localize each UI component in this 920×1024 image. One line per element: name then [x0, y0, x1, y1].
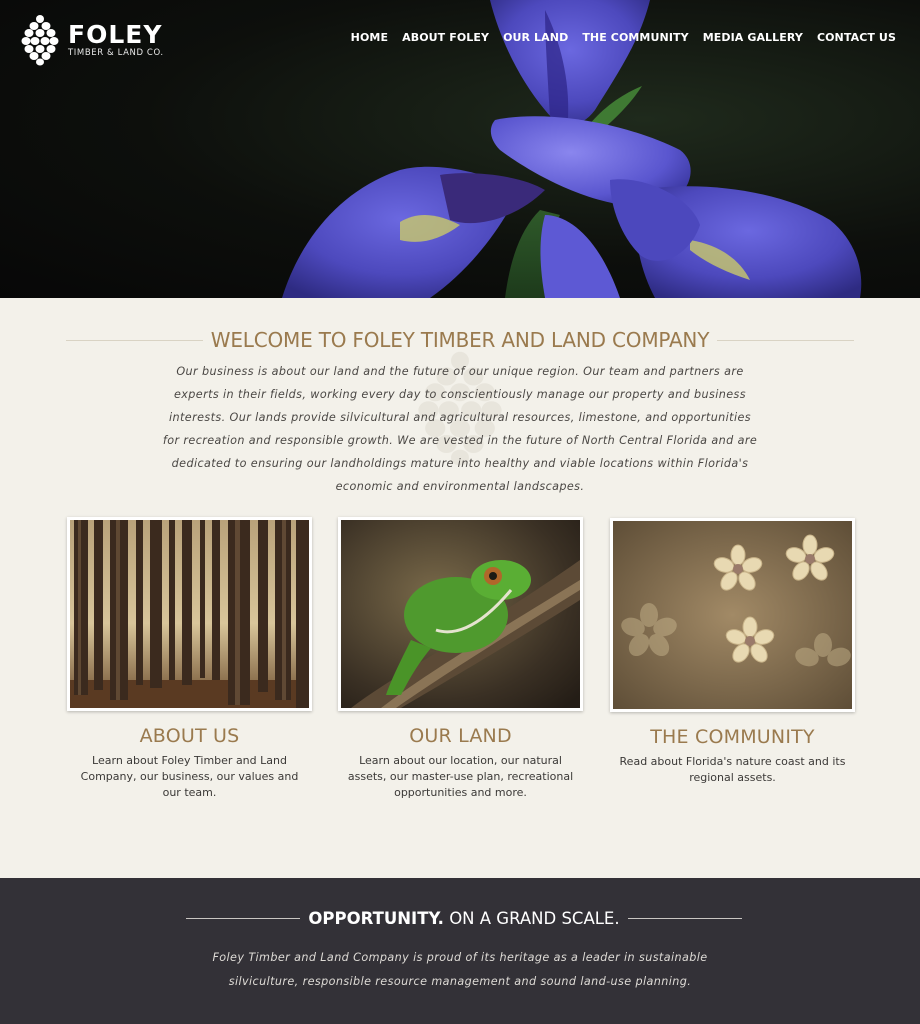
welcome-heading: WELCOME TO FOLEY TIMBER AND LAND COMPANY: [66, 328, 855, 352]
card-text: Read about Florida's nature coast and it…: [619, 755, 846, 784]
opportunity-title-rest: ON A GRAND SCALE.: [449, 909, 620, 928]
nav-contact-us[interactable]: CONTACT US: [817, 31, 896, 44]
divider: [186, 918, 301, 919]
card-text: Learn about Foley Timber and Land Compan…: [80, 754, 299, 799]
welcome-intro: Our business is about our land and the f…: [162, 365, 758, 493]
milkweed-flowers-image: [613, 521, 852, 709]
logo-subtitle: TIMBER & LAND CO.: [68, 47, 164, 58]
main-nav: HOME ABOUT FOLEY OUR LAND THE COMMUNITY …: [351, 31, 896, 44]
logo-text: FOLEY TIMBER & LAND CO.: [68, 19, 164, 59]
nav-media-gallery[interactable]: MEDIA GALLERY: [703, 31, 803, 44]
opportunity-title: OPPORTUNITY. ON A GRAND SCALE.: [308, 909, 619, 928]
nav-our-land[interactable]: OUR LAND: [503, 31, 568, 44]
pine-forest-image: [70, 520, 309, 708]
card-about-us[interactable]: ABOUT US Learn about Foley Timber and La…: [67, 517, 312, 801]
welcome-title: WELCOME TO FOLEY TIMBER AND LAND COMPANY: [210, 328, 710, 352]
site-logo[interactable]: FOLEY TIMBER & LAND CO.: [20, 14, 164, 66]
opportunity-title-bold: OPPORTUNITY.: [308, 909, 444, 928]
opportunity-heading: OPPORTUNITY. ON A GRAND SCALE.: [186, 909, 742, 928]
card-text: Learn about our location, our natural as…: [347, 754, 574, 799]
divider: [717, 339, 855, 341]
nav-about-foley[interactable]: ABOUT FOLEY: [402, 31, 489, 44]
card-the-community[interactable]: THE COMMUNITY Read about Florida's natur…: [610, 518, 855, 786]
logo-name: FOLEY: [68, 19, 163, 49]
divider: [627, 918, 742, 919]
tree-frog-image: [341, 520, 580, 708]
divider: [66, 339, 203, 341]
frog-photo[interactable]: [338, 517, 583, 711]
card-title[interactable]: THE COMMUNITY: [610, 726, 855, 748]
nav-home[interactable]: HOME: [351, 31, 388, 44]
opportunity-section: OPPORTUNITY. ON A GRAND SCALE. Foley Tim…: [0, 878, 920, 1024]
flowers-photo[interactable]: [610, 518, 855, 712]
card-title[interactable]: ABOUT US: [67, 725, 312, 747]
forest-photo[interactable]: [67, 517, 312, 711]
nav-the-community[interactable]: THE COMMUNITY: [582, 31, 688, 44]
pinecone-icon: [21, 15, 59, 66]
card-title[interactable]: OUR LAND: [338, 725, 583, 747]
hero-banner: FOLEY TIMBER & LAND CO. HOME ABOUT FOLEY…: [0, 0, 920, 298]
card-our-land[interactable]: OUR LAND Learn about our location, our n…: [338, 517, 583, 801]
opportunity-text: Foley Timber and Land Company is proud o…: [212, 951, 708, 988]
welcome-section: WELCOME TO FOLEY TIMBER AND LAND COMPANY…: [0, 298, 920, 878]
